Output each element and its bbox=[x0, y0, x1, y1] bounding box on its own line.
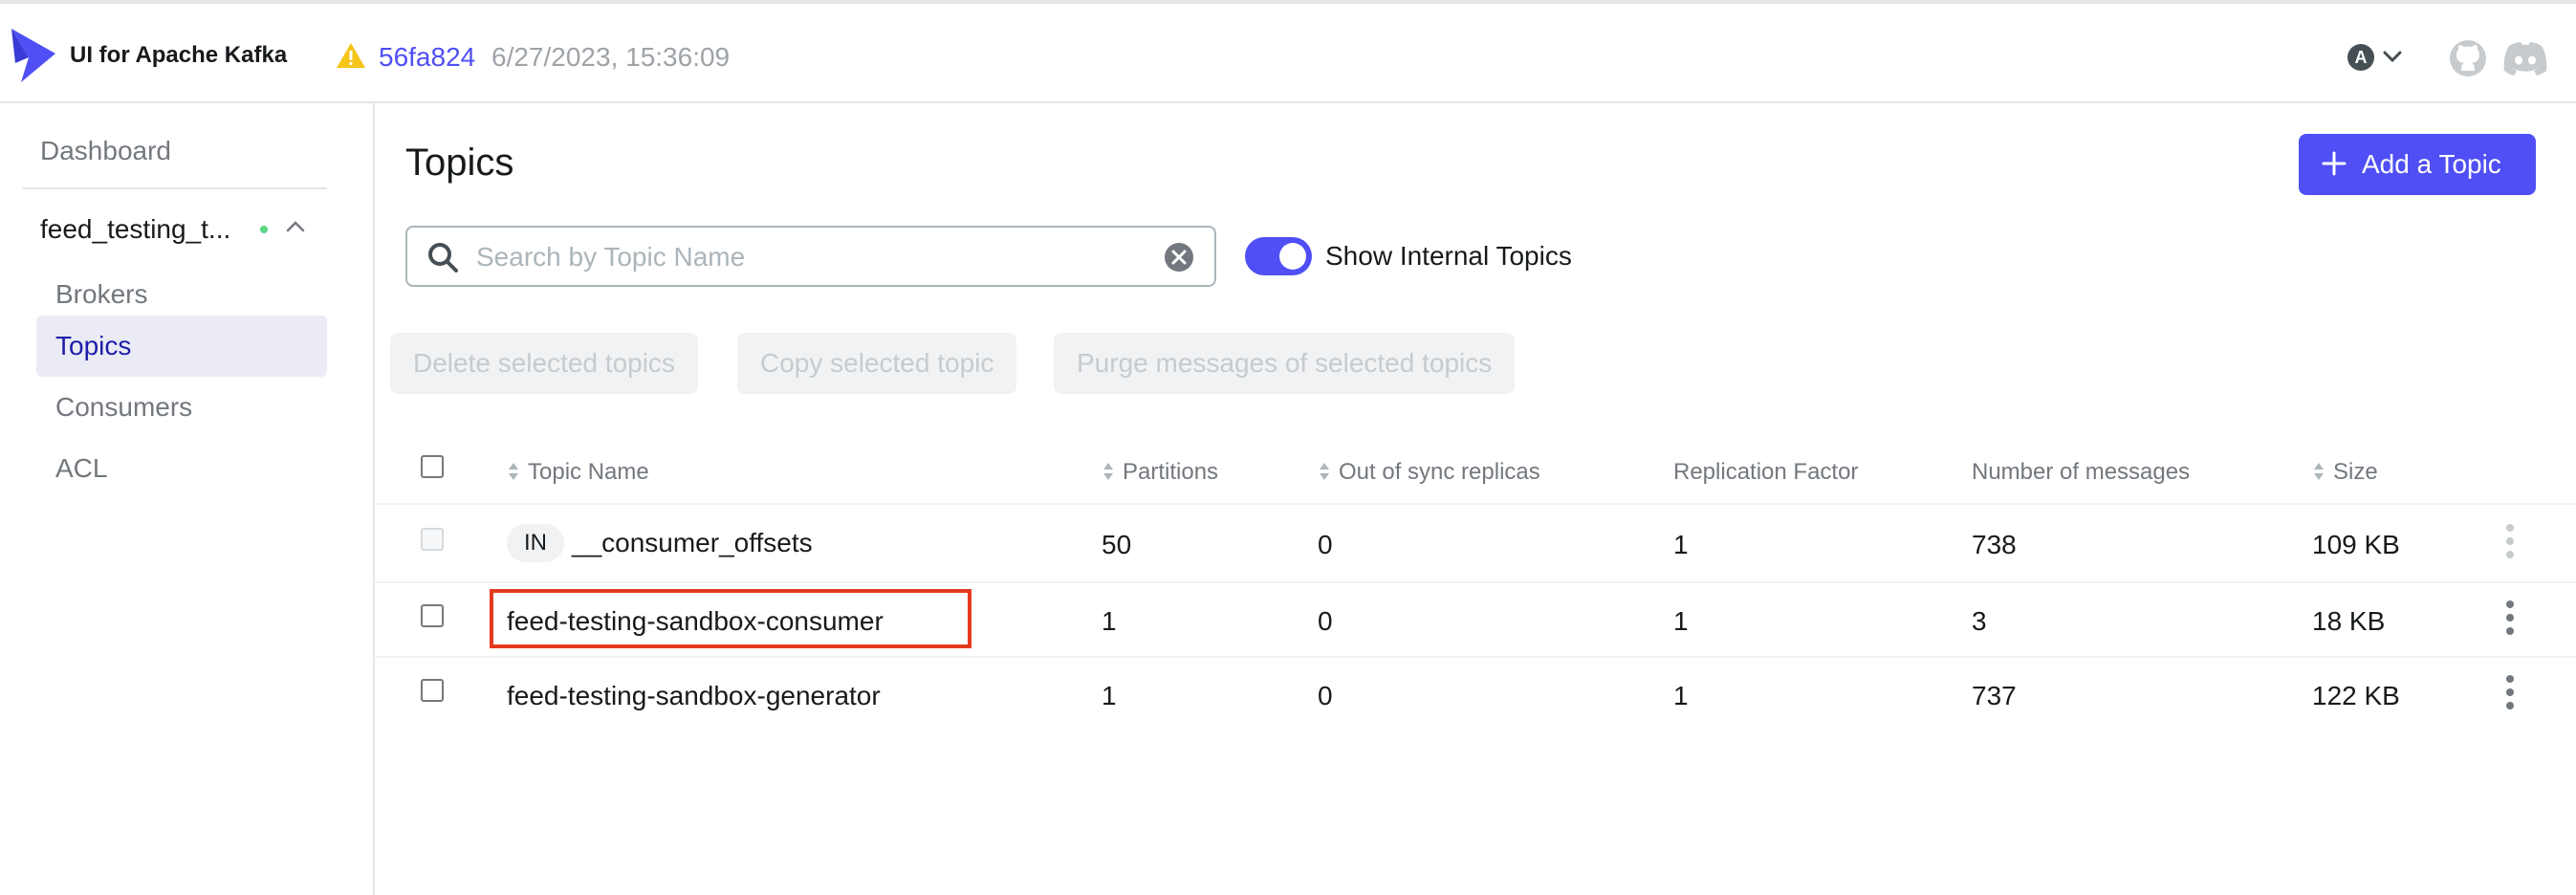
show-internal-toggle[interactable] bbox=[1245, 237, 1312, 275]
chevron-down-icon bbox=[2383, 51, 2402, 63]
column-label: Size bbox=[2333, 459, 2378, 485]
discord-icon[interactable] bbox=[2501, 40, 2549, 76]
cell-size: 122 KB bbox=[2312, 681, 2400, 710]
row-checkbox bbox=[421, 528, 444, 551]
cell-out-of-sync: 0 bbox=[1318, 530, 1333, 559]
column-topic-name[interactable]: Topic Name bbox=[507, 459, 649, 486]
sidebar-item-consumers[interactable]: Consumers bbox=[36, 377, 327, 438]
avatar-icon: A bbox=[2347, 44, 2374, 71]
cell-partitions: 1 bbox=[1102, 606, 1117, 636]
column-label: Out of sync replicas bbox=[1339, 459, 1540, 485]
sort-icon bbox=[1103, 463, 1113, 480]
row-divider bbox=[375, 656, 2576, 658]
sidebar-item-acl[interactable]: ACL bbox=[36, 438, 327, 499]
sidebar-divider bbox=[23, 187, 327, 189]
internal-badge: IN bbox=[507, 524, 564, 562]
sort-icon bbox=[1320, 463, 1329, 480]
commit-link[interactable]: 56fa824 bbox=[379, 42, 475, 73]
search-icon bbox=[428, 243, 458, 273]
warning-triangle-icon bbox=[337, 43, 365, 68]
kafka-ui-logo[interactable] bbox=[10, 25, 57, 86]
plus-icon bbox=[2322, 151, 2347, 176]
sort-icon bbox=[2314, 463, 2324, 480]
page-title: Topics bbox=[405, 142, 514, 184]
show-internal-label: Show Internal Topics bbox=[1325, 241, 1572, 271]
topic-name-link[interactable]: feed-testing-sandbox-generator bbox=[507, 681, 881, 711]
select-all-checkbox[interactable] bbox=[421, 455, 444, 478]
cell-out-of-sync: 0 bbox=[1318, 681, 1333, 710]
build-date: 6/27/2023, 15:36:09 bbox=[491, 42, 731, 72]
column-label: Partitions bbox=[1123, 459, 1219, 485]
column-out-of-sync[interactable]: Out of sync replicas bbox=[1318, 459, 1540, 486]
delete-selected-button[interactable]: Delete selected topics bbox=[390, 333, 698, 394]
github-icon[interactable] bbox=[2448, 38, 2488, 78]
search-input[interactable] bbox=[476, 237, 1126, 277]
cell-out-of-sync: 0 bbox=[1318, 606, 1333, 636]
sort-icon bbox=[509, 463, 518, 480]
cell-size: 18 KB bbox=[2312, 606, 2386, 636]
cell-replication: 1 bbox=[1673, 606, 1689, 636]
cell-messages: 738 bbox=[1972, 530, 2017, 559]
toggle-knob bbox=[1279, 243, 1306, 270]
topic-name-link[interactable]: feed-testing-sandbox-consumer bbox=[507, 606, 884, 637]
cell-partitions: 1 bbox=[1102, 681, 1117, 710]
top-bar: UI for Apache Kafka 56fa824 6/27/2023, 1… bbox=[0, 0, 2576, 103]
cell-partitions: 50 bbox=[1102, 530, 1132, 559]
header-divider bbox=[375, 503, 2576, 505]
row-divider bbox=[375, 581, 2576, 583]
cluster-name: feed_testing_t... bbox=[40, 214, 231, 244]
cell-messages: 3 bbox=[1972, 606, 1987, 636]
row-checkbox[interactable] bbox=[421, 679, 444, 702]
cell-replication: 1 bbox=[1673, 530, 1689, 559]
sidebar-item-dashboard[interactable]: Dashboard bbox=[40, 136, 171, 166]
row-menu-icon[interactable] bbox=[2505, 522, 2515, 560]
sidebar: Dashboard feed_testing_t... Brokers Topi… bbox=[0, 103, 375, 895]
copy-selected-button[interactable]: Copy selected topic bbox=[737, 333, 1017, 394]
cell-size: 109 KB bbox=[2312, 530, 2400, 559]
app-title[interactable]: UI for Apache Kafka bbox=[70, 42, 287, 69]
user-menu[interactable]: A bbox=[2347, 42, 2407, 71]
search-box bbox=[405, 226, 1216, 287]
purge-selected-button[interactable]: Purge messages of selected topics bbox=[1054, 333, 1516, 394]
add-topic-label: Add a Topic bbox=[2362, 149, 2501, 179]
column-size[interactable]: Size bbox=[2312, 459, 2378, 486]
topic-name-link[interactable]: __consumer_offsets bbox=[572, 528, 813, 558]
sidebar-item-topics[interactable]: Topics bbox=[36, 316, 327, 377]
cell-replication: 1 bbox=[1673, 681, 1689, 710]
row-checkbox[interactable] bbox=[421, 604, 444, 627]
cluster-status-dot bbox=[260, 226, 268, 233]
clear-search-icon[interactable] bbox=[1163, 241, 1195, 273]
chevron-up-icon bbox=[286, 221, 305, 232]
cell-messages: 737 bbox=[1972, 681, 2017, 710]
column-number-of-messages: Number of messages bbox=[1972, 459, 2191, 485]
column-label: Topic Name bbox=[528, 459, 649, 485]
column-partitions[interactable]: Partitions bbox=[1102, 459, 1218, 486]
column-replication-factor: Replication Factor bbox=[1673, 459, 1859, 485]
cluster-toggle[interactable]: feed_testing_t... bbox=[40, 207, 327, 251]
row-menu-icon[interactable] bbox=[2505, 673, 2515, 711]
add-topic-button[interactable]: Add a Topic bbox=[2299, 134, 2536, 195]
row-menu-icon[interactable] bbox=[2505, 599, 2515, 637]
